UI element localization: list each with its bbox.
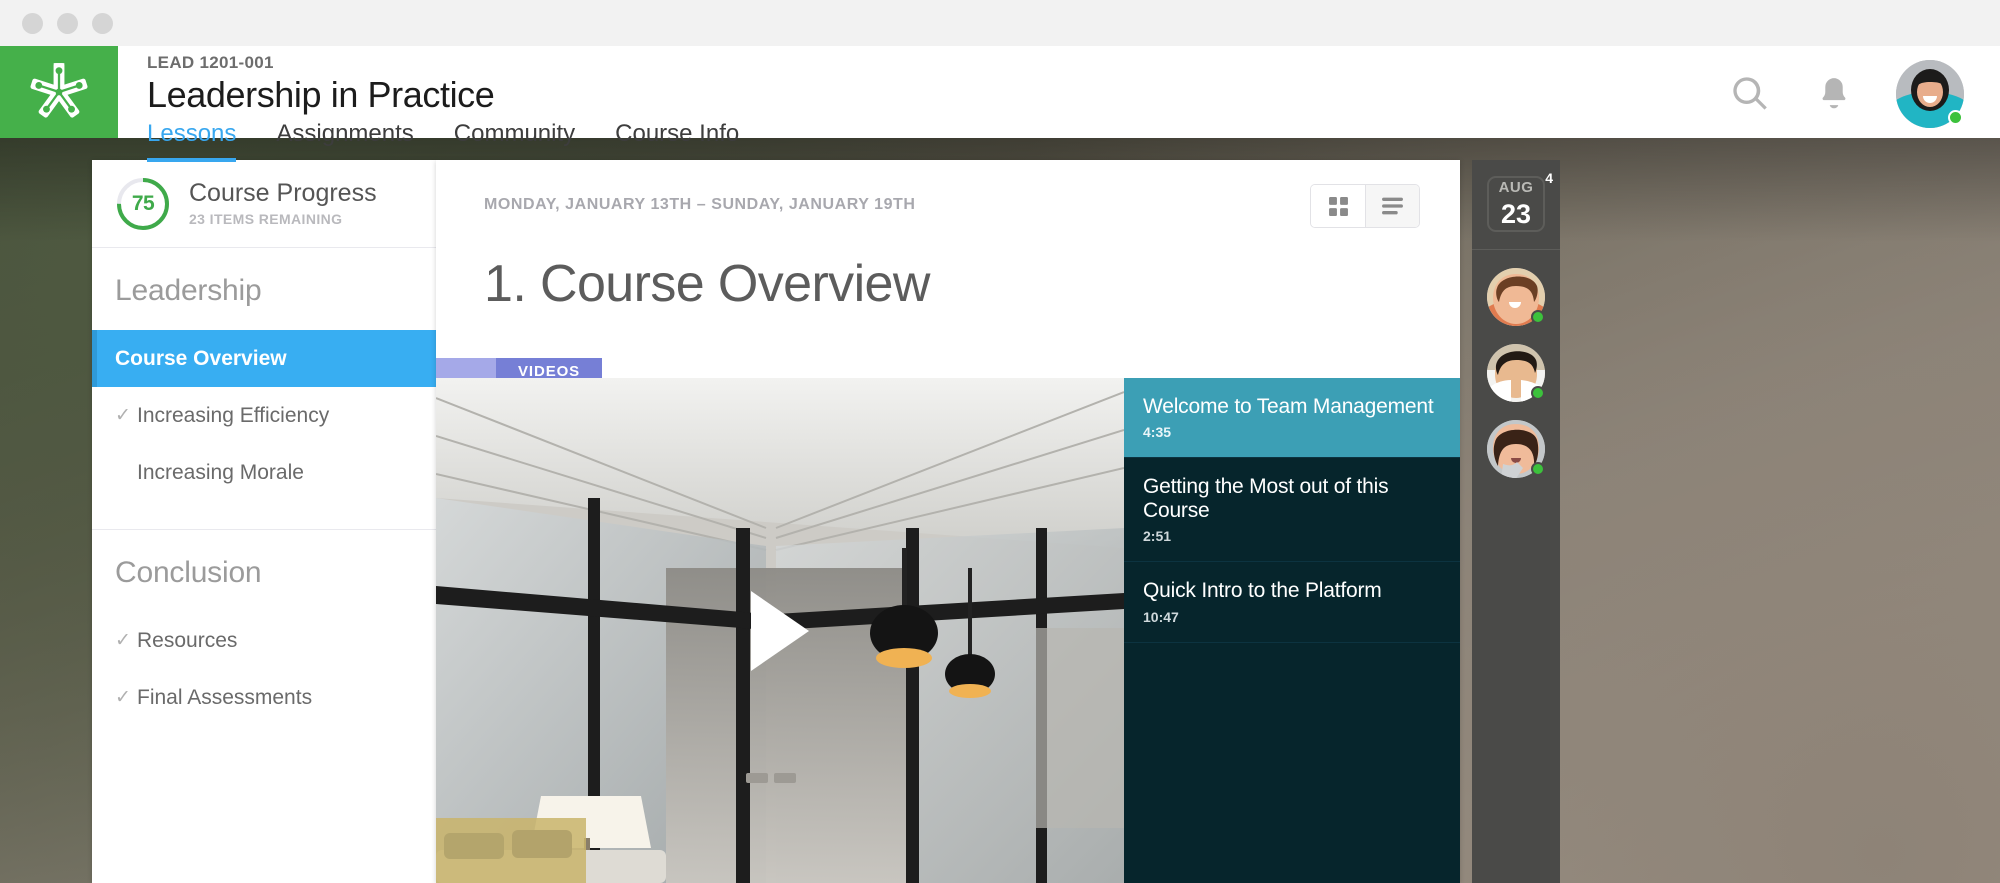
calendar-badge-count: 4 bbox=[1545, 170, 1553, 186]
search-button[interactable] bbox=[1728, 72, 1772, 116]
progress-subtitle: 23 ITEMS REMAINING bbox=[189, 211, 343, 228]
calendar-day: 23 bbox=[1500, 199, 1532, 229]
course-identity: LEAD 1201-001 Leadership in Practice Les… bbox=[118, 46, 1728, 163]
video-player[interactable] bbox=[436, 378, 1124, 883]
checkmark-icon: ✓ bbox=[115, 405, 131, 426]
view-toggle-group bbox=[1310, 184, 1420, 228]
sidebar-item-resources[interactable]: ✓ Resources bbox=[92, 612, 436, 669]
status-badge bbox=[1531, 386, 1545, 400]
list-view-button[interactable] bbox=[1365, 185, 1419, 227]
header-actions bbox=[1728, 46, 2000, 138]
playlist-item[interactable]: Welcome to Team Management 4:35 bbox=[1124, 378, 1460, 459]
progress-ring: 75 bbox=[115, 176, 171, 232]
tab-course-info[interactable]: Course Info bbox=[615, 119, 739, 162]
lesson-title: 1. Course Overview bbox=[484, 255, 930, 313]
progress-value: 75 bbox=[131, 191, 155, 215]
sidebar-item-final-assessments[interactable]: ✓ Final Assessments bbox=[92, 669, 436, 726]
section-heading-leadership: Leadership bbox=[115, 274, 262, 307]
course-progress: 75 Course Progress 23 ITEMS REMAINING bbox=[92, 160, 436, 248]
play-button[interactable] bbox=[751, 590, 809, 671]
main-nav: Lessons Assignments Community Course Inf… bbox=[147, 119, 1728, 163]
rail-avatar-person-2[interactable] bbox=[1487, 344, 1545, 402]
grid-icon bbox=[1328, 196, 1348, 216]
right-rail: 4 AUG 23 bbox=[1472, 160, 1560, 883]
rail-avatar-person-3[interactable] bbox=[1487, 420, 1545, 478]
playlist-item-duration: 2:51 bbox=[1143, 528, 1172, 545]
star-network-logo-icon bbox=[30, 63, 88, 118]
progress-title: Course Progress bbox=[189, 178, 377, 207]
sidebar-item-increasing-morale[interactable]: Increasing Morale bbox=[92, 444, 436, 501]
date-range-label: MONDAY, JANUARY 13TH – SUNDAY, JANUARY 1… bbox=[484, 196, 916, 213]
app-header: LEAD 1201-001 Leadership in Practice Les… bbox=[0, 46, 2000, 163]
window-minimize-button[interactable] bbox=[57, 12, 78, 34]
window-maximize-button[interactable] bbox=[92, 12, 113, 34]
tab-lessons[interactable]: Lessons bbox=[147, 119, 237, 163]
grid-view-button[interactable] bbox=[1311, 185, 1365, 227]
page-title: Leadership in Practice bbox=[147, 73, 495, 115]
content-header: MONDAY, JANUARY 13TH – SUNDAY, JANUARY 1… bbox=[436, 160, 1460, 228]
playlist-item[interactable]: Getting the Most out of this Course 2:51 bbox=[1124, 458, 1460, 563]
list-icon bbox=[1382, 197, 1403, 215]
lesson-content-panel: MONDAY, JANUARY 13TH – SUNDAY, JANUARY 1… bbox=[436, 160, 1460, 883]
sidebar-item-label: Increasing Morale bbox=[137, 460, 304, 484]
app-logo[interactable] bbox=[0, 46, 118, 138]
course-code: LEAD 1201-001 bbox=[147, 53, 274, 72]
section-heading-conclusion: Conclusion bbox=[115, 556, 262, 589]
sidebar-item-label: Course Overview bbox=[115, 346, 287, 370]
sidebar-item-increasing-efficiency[interactable]: ✓ Increasing Efficiency bbox=[92, 387, 436, 444]
playlist-item-title: Getting the Most out of this Course bbox=[1143, 475, 1389, 523]
playlist-item-duration: 4:35 bbox=[1143, 424, 1172, 441]
status-badge bbox=[1948, 110, 1963, 125]
status-badge bbox=[1531, 310, 1545, 324]
window-titlebar bbox=[0, 0, 2000, 46]
sidebar-item-course-overview[interactable]: Course Overview bbox=[92, 330, 436, 387]
search-icon bbox=[1733, 77, 1767, 110]
notifications-button[interactable] bbox=[1812, 72, 1856, 116]
window-close-button[interactable] bbox=[22, 12, 43, 34]
status-badge bbox=[1531, 462, 1545, 476]
course-sidebar: 75 Course Progress 23 ITEMS REMAINING Le… bbox=[92, 160, 436, 883]
checkmark-icon: ✓ bbox=[115, 630, 131, 651]
tab-community[interactable]: Community bbox=[454, 119, 575, 162]
checkmark-icon: ✓ bbox=[115, 687, 131, 708]
video-playlist: Welcome to Team Management 4:35 Getting … bbox=[1124, 378, 1460, 883]
sidebar-item-label: Increasing Efficiency bbox=[137, 403, 330, 427]
bell-icon bbox=[1822, 78, 1846, 109]
sidebar-item-label: Final Assessments bbox=[137, 685, 313, 709]
video-section: Welcome to Team Management 4:35 Getting … bbox=[436, 378, 1460, 883]
playlist-item-title: Quick Intro to the Platform bbox=[1143, 579, 1382, 603]
playlist-item-duration: 10:47 bbox=[1143, 608, 1179, 625]
tab-assignments[interactable]: Assignments bbox=[276, 119, 413, 162]
playlist-item[interactable]: Quick Intro to the Platform 10:47 bbox=[1124, 562, 1460, 643]
sidebar-item-label: Resources bbox=[137, 628, 238, 652]
calendar-widget[interactable]: 4 AUG 23 bbox=[1487, 170, 1553, 232]
app-window: LEAD 1201-001 Leadership in Practice Les… bbox=[0, 0, 2000, 883]
rail-divider bbox=[1472, 249, 1560, 250]
rail-avatar-person-1[interactable] bbox=[1487, 268, 1545, 326]
calendar-month: AUG bbox=[1498, 179, 1534, 196]
playlist-item-title: Welcome to Team Management bbox=[1143, 395, 1434, 418]
window-controls[interactable] bbox=[22, 12, 113, 34]
progress-labels: Course Progress 23 ITEMS REMAINING bbox=[171, 178, 377, 228]
user-avatar-button[interactable] bbox=[1896, 60, 1964, 128]
